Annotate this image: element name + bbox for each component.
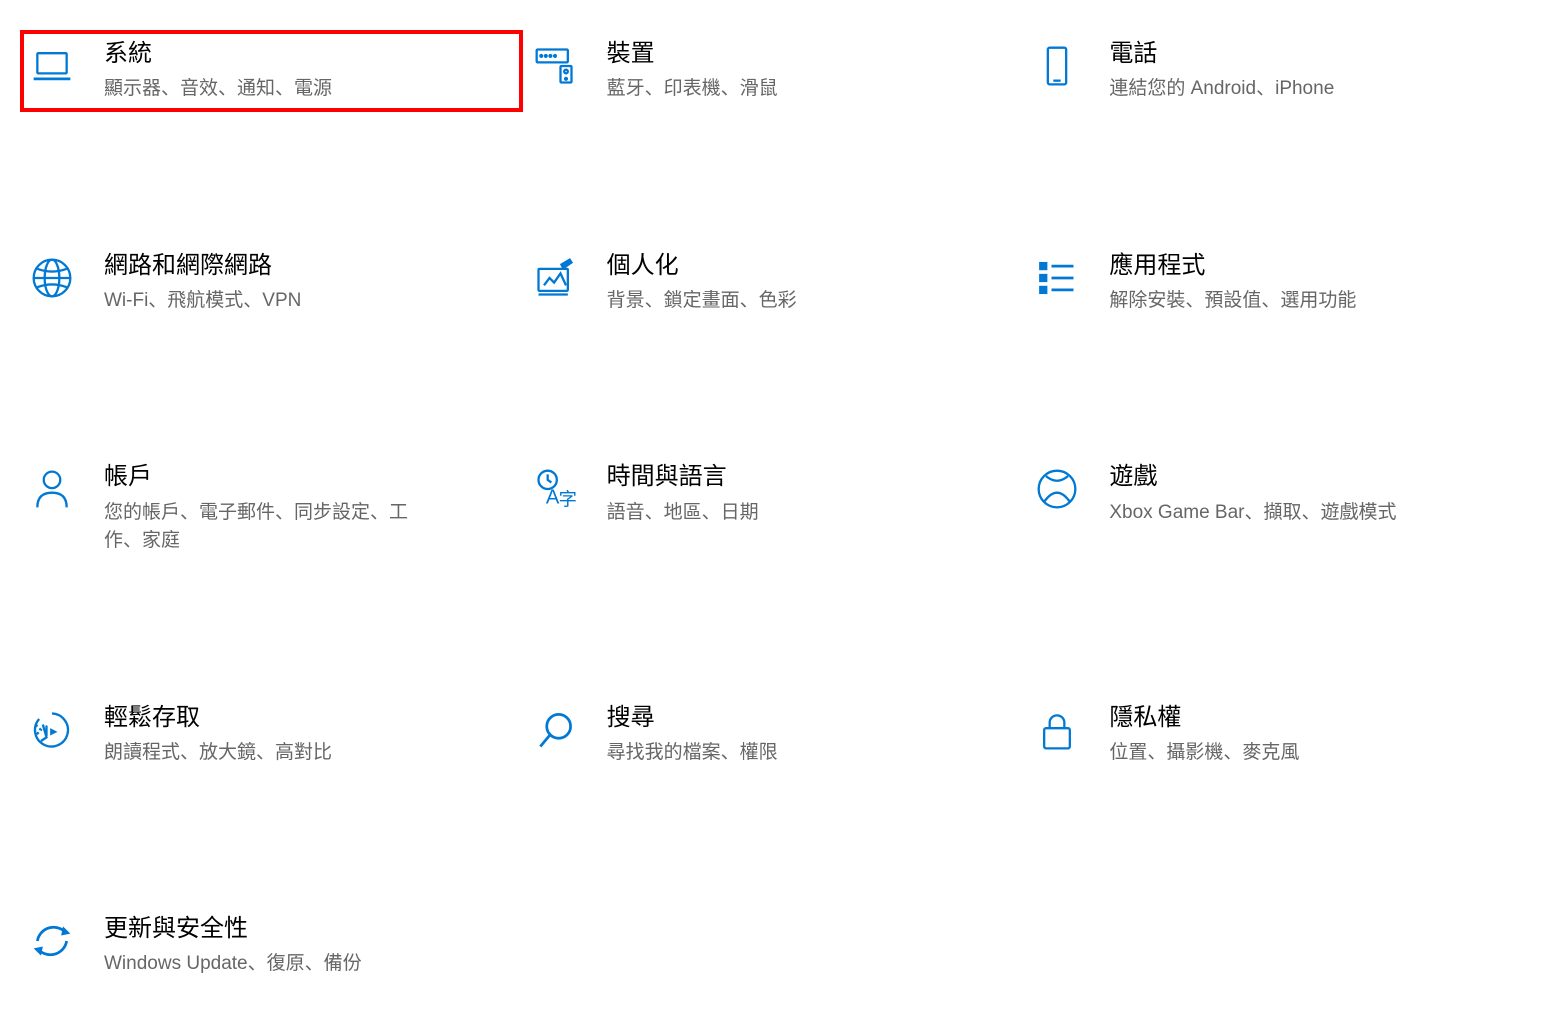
phone-icon [1033,42,1081,90]
laptop-icon [28,42,76,90]
setting-subtitle: 尋找我的檔案、權限 [607,739,778,768]
setting-apps[interactable]: 應用程式 解除安裝、預設值、選用功能 [1025,242,1528,324]
person-icon [28,465,76,513]
settings-grid: 系統 顯示器、音效、通知、電源 裝置 藍牙、印表機、滑鼠 [0,20,1548,997]
ease-of-access-icon [28,706,76,754]
setting-phone[interactable]: 電話 連結您的 Android、iPhone [1025,30,1528,112]
setting-title: 輕鬆存取 [104,702,332,733]
setting-title: 個人化 [607,250,797,281]
setting-subtitle: 連結您的 Android、iPhone [1109,75,1334,104]
setting-subtitle: 藍牙、印表機、滑鼠 [607,75,778,104]
setting-title: 系統 [104,38,332,69]
setting-title: 裝置 [607,38,778,69]
setting-system[interactable]: 系統 顯示器、音效、通知、電源 [20,30,523,112]
setting-privacy[interactable]: 隱私權 位置、攝影機、麥克風 [1025,694,1528,776]
setting-title: 搜尋 [607,702,778,733]
setting-personalization[interactable]: 個人化 背景、鎖定畫面、色彩 [523,242,1026,324]
globe-icon [28,254,76,302]
setting-title: 應用程式 [1109,250,1356,281]
setting-title: 更新與安全性 [104,913,362,944]
setting-time-language[interactable]: A 字 時間與語言 語音、地區、日期 [523,453,1026,563]
setting-subtitle: 顯示器、音效、通知、電源 [104,75,332,104]
apps-list-icon [1033,254,1081,302]
setting-title: 時間與語言 [607,461,759,492]
setting-subtitle: Wi-Fi、飛航模式、VPN [104,287,301,316]
personalization-icon [531,254,579,302]
setting-title: 遊戲 [1109,461,1396,492]
setting-search[interactable]: 搜尋 尋找我的檔案、權限 [523,694,1026,776]
svg-text:字: 字 [558,489,576,510]
setting-subtitle: 朗讀程式、放大鏡、高對比 [104,739,332,768]
setting-title: 帳戶 [104,461,444,492]
time-language-icon: A 字 [531,465,579,513]
setting-subtitle: Windows Update、復原、備份 [104,950,362,979]
lock-icon [1033,706,1081,754]
setting-network[interactable]: 網路和網際網路 Wi-Fi、飛航模式、VPN [20,242,523,324]
setting-subtitle: 背景、鎖定畫面、色彩 [607,287,797,316]
devices-icon [531,42,579,90]
setting-title: 電話 [1109,38,1334,69]
setting-subtitle: 您的帳戶、電子郵件、同步設定、工作、家庭 [104,499,444,556]
setting-devices[interactable]: 裝置 藍牙、印表機、滑鼠 [523,30,1026,112]
setting-subtitle: Xbox Game Bar、擷取、遊戲模式 [1109,499,1396,528]
sync-icon [28,917,76,965]
xbox-icon [1033,465,1081,513]
setting-update-security[interactable]: 更新與安全性 Windows Update、復原、備份 [20,905,523,987]
setting-subtitle: 位置、攝影機、麥克風 [1109,739,1299,768]
setting-accounts[interactable]: 帳戶 您的帳戶、電子郵件、同步設定、工作、家庭 [20,453,523,563]
setting-subtitle: 語音、地區、日期 [607,499,759,528]
setting-ease-of-access[interactable]: 輕鬆存取 朗讀程式、放大鏡、高對比 [20,694,523,776]
search-icon [531,706,579,754]
setting-title: 隱私權 [1109,702,1299,733]
setting-title: 網路和網際網路 [104,250,301,281]
svg-text:A: A [545,487,559,509]
setting-gaming[interactable]: 遊戲 Xbox Game Bar、擷取、遊戲模式 [1025,453,1528,563]
setting-subtitle: 解除安裝、預設值、選用功能 [1109,287,1356,316]
